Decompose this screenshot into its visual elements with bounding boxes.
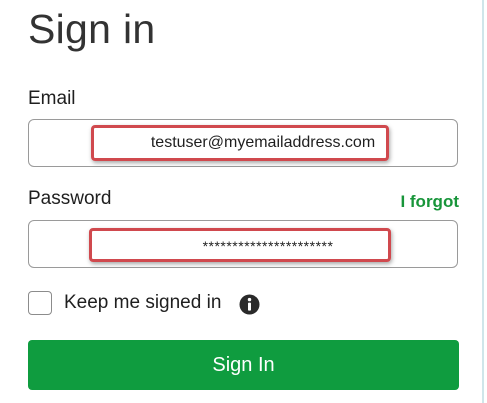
info-icon[interactable] [239,294,260,315]
page-title: Sign in [28,6,156,52]
keep-signed-in-label: Keep me signed in [64,292,222,313]
password-label: Password [28,188,112,209]
password-value: ********************** [202,238,334,254]
email-field[interactable]: testuser@myemailaddress.com [28,119,458,167]
email-value: testuser@myemailaddress.com [150,134,376,151]
panel-border [482,0,484,403]
password-field[interactable]: ********************** [28,220,458,268]
email-label: Email [28,88,76,109]
forgot-password-link[interactable]: I forgot [400,192,459,212]
sign-in-button[interactable]: Sign In [28,340,459,390]
keep-signed-in-checkbox[interactable] [28,291,52,315]
